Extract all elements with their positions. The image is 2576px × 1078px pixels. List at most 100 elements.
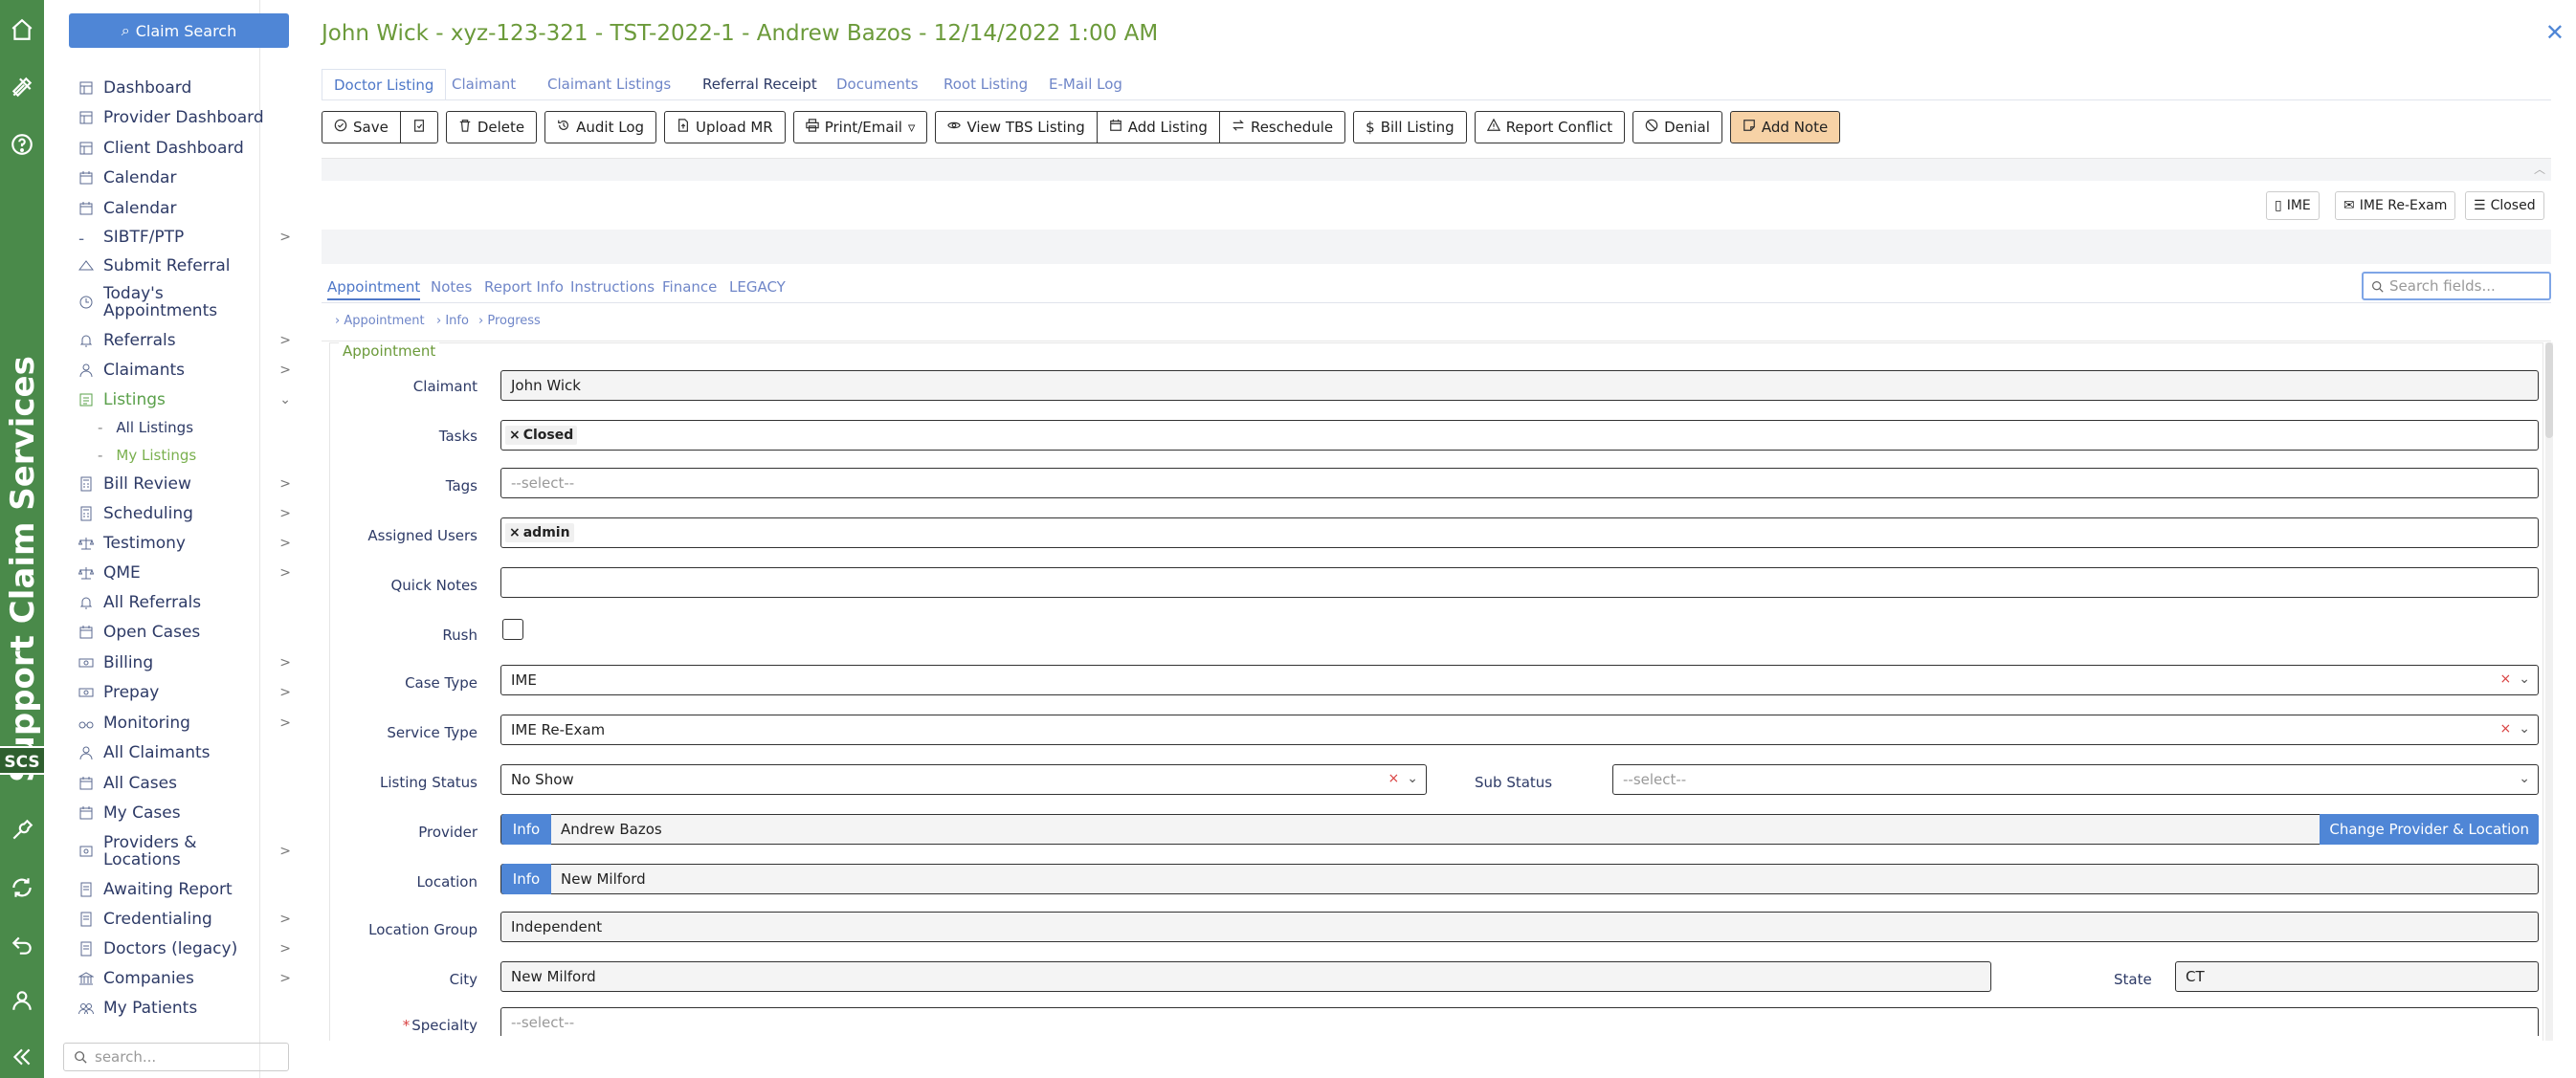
sidebar-item-all-cases[interactable]: All Cases bbox=[78, 774, 304, 793]
sidebar-item-doctors-legacy[interactable]: Doctors (legacy) > bbox=[78, 939, 304, 958]
wrench-icon[interactable] bbox=[8, 818, 36, 847]
reschedule-button[interactable]: Reschedule bbox=[1218, 111, 1346, 143]
user-chip[interactable]: × admin bbox=[505, 523, 574, 542]
undo-icon[interactable] bbox=[8, 933, 36, 961]
location-field[interactable]: Info New Milford bbox=[500, 864, 2539, 894]
location-group-field[interactable]: Independent bbox=[500, 912, 2539, 942]
tags-select[interactable]: --select-- bbox=[500, 468, 2539, 498]
chevron-down-icon[interactable]: ⌄ bbox=[2519, 771, 2530, 786]
specialty-select[interactable]: --select-- bbox=[500, 1007, 2539, 1036]
sidebar-subitem-all-listings[interactable]: All Listings bbox=[98, 419, 193, 436]
sidebar-item-calendar-2[interactable]: Calendar bbox=[78, 199, 304, 218]
task-chip[interactable]: × Closed bbox=[505, 426, 578, 445]
sidebar-item-bill-review[interactable]: Bill Review > bbox=[78, 474, 304, 494]
save-button[interactable]: Save bbox=[322, 111, 400, 143]
crumb-appointment[interactable]: › Appointment bbox=[335, 314, 425, 328]
quick-notes-input[interactable] bbox=[500, 567, 2539, 598]
clear-icon[interactable]: × bbox=[1388, 771, 1400, 786]
bill-listing-button[interactable]: $ Bill Listing bbox=[1353, 111, 1467, 143]
tab-email-log[interactable]: E-Mail Log bbox=[1037, 69, 1134, 99]
subtab-legacy[interactable]: LEGACY bbox=[729, 274, 786, 300]
sub-status-select[interactable]: --select-- ⌄ bbox=[1612, 764, 2539, 795]
collapsible-panel-header[interactable]: ︿ bbox=[322, 158, 2551, 181]
crumb-progress[interactable]: › Progress bbox=[478, 314, 541, 328]
sidebar-item-listings[interactable]: Listings ⌄ bbox=[78, 390, 304, 409]
user-icon[interactable] bbox=[8, 988, 36, 1017]
report-conflict-button[interactable]: Report Conflict bbox=[1474, 111, 1626, 143]
provider-info-button[interactable]: Info bbox=[501, 814, 551, 845]
scrollbar-thumb[interactable] bbox=[2545, 342, 2553, 438]
upload-mr-button[interactable]: Upload MR bbox=[664, 111, 786, 143]
refresh-icon[interactable] bbox=[8, 875, 36, 904]
subtab-finance[interactable]: Finance bbox=[662, 274, 717, 300]
clear-icon[interactable]: × bbox=[2500, 671, 2512, 687]
sidebar-item-client-dashboard[interactable]: Client Dashboard bbox=[78, 139, 304, 158]
close-icon[interactable]: ✕ bbox=[2545, 19, 2565, 46]
sidebar-item-claimants[interactable]: Claimants > bbox=[78, 361, 304, 380]
home-icon[interactable] bbox=[8, 17, 36, 46]
rush-checkbox[interactable] bbox=[502, 619, 523, 640]
sidebar-subitem-my-listings[interactable]: My Listings bbox=[98, 447, 196, 464]
sidebar-item-billing[interactable]: Billing > bbox=[78, 653, 304, 672]
sidebar-item-scheduling[interactable]: Scheduling > bbox=[78, 504, 304, 523]
subtab-appointment[interactable]: Appointment bbox=[327, 274, 421, 300]
tab-documents[interactable]: Documents bbox=[825, 69, 930, 99]
subtab-instructions[interactable]: Instructions bbox=[570, 274, 655, 300]
tab-root-listing[interactable]: Root Listing bbox=[932, 69, 1039, 99]
change-provider-location-button[interactable]: Change Provider & Location bbox=[2320, 814, 2539, 845]
tasks-field[interactable]: × Closed bbox=[500, 420, 2539, 451]
sidebar-item-companies[interactable]: Companies > bbox=[78, 969, 304, 988]
remove-icon[interactable]: × bbox=[509, 525, 521, 540]
tab-claimant-listings[interactable]: Claimant Listings bbox=[536, 69, 682, 99]
sidebar-item-all-referrals[interactable]: All Referrals bbox=[78, 593, 304, 612]
sidebar-item-prepay[interactable]: Prepay > bbox=[78, 683, 304, 702]
sidebar-item-provider-dashboard[interactable]: Provider Dashboard bbox=[78, 108, 304, 127]
help-icon[interactable] bbox=[8, 132, 36, 161]
sidebar-item-all-claimants[interactable]: All Claimants bbox=[78, 743, 304, 762]
sidebar-item-monitoring[interactable]: Monitoring > bbox=[78, 714, 304, 733]
service-type-select[interactable]: IME Re-Exam × ⌄ bbox=[500, 715, 2539, 745]
sidebar-item-todays-appointments[interactable]: Today's Appointments bbox=[78, 285, 270, 319]
sidebar-item-calendar[interactable]: Calendar bbox=[78, 168, 304, 187]
case-type-select[interactable]: IME × ⌄ bbox=[500, 665, 2539, 695]
sidebar-item-sibtf-ptp[interactable]: - SIBTF/PTP > bbox=[78, 228, 304, 249]
crumb-info[interactable]: › Info bbox=[436, 314, 469, 328]
provider-field[interactable]: Info Andrew Bazos Change Provider & Loca… bbox=[500, 814, 2539, 845]
sidebar-item-qme[interactable]: QME > bbox=[78, 563, 304, 583]
subtab-notes[interactable]: Notes bbox=[431, 274, 472, 300]
print-email-button[interactable]: Print/Email ▿ bbox=[792, 111, 928, 143]
sidebar-item-open-cases[interactable]: Open Cases bbox=[78, 623, 304, 642]
save-close-button[interactable] bbox=[399, 111, 438, 143]
delete-button[interactable]: Delete bbox=[445, 111, 538, 143]
sidebar-item-my-patients[interactable]: My Patients bbox=[78, 999, 304, 1018]
chevron-down-icon[interactable]: ⌄ bbox=[2519, 671, 2530, 687]
view-tbs-listing-button[interactable]: View TBS Listing bbox=[935, 111, 1097, 143]
city-field[interactable]: New Milford bbox=[500, 961, 1991, 992]
state-field[interactable]: CT bbox=[2175, 961, 2539, 992]
sidebar-item-my-cases[interactable]: My Cases bbox=[78, 803, 304, 823]
sidebar-item-credentialing[interactable]: Credentialing > bbox=[78, 910, 304, 929]
chevron-up-icon[interactable]: ︿ bbox=[2534, 161, 2545, 177]
sidebar-item-dashboard[interactable]: Dashboard bbox=[78, 78, 304, 98]
claimant-field[interactable]: John Wick bbox=[500, 370, 2539, 401]
sidebar-item-awaiting-report[interactable]: Awaiting Report bbox=[78, 880, 304, 899]
location-info-button[interactable]: Info bbox=[501, 864, 551, 894]
clear-icon[interactable]: × bbox=[2500, 721, 2512, 737]
subtab-report-info[interactable]: Report Info bbox=[484, 274, 564, 300]
tab-claimant[interactable]: Claimant bbox=[440, 69, 527, 99]
chevron-down-icon[interactable]: ⌄ bbox=[2519, 721, 2530, 737]
add-note-button[interactable]: Add Note bbox=[1729, 111, 1841, 143]
collapse-icon[interactable] bbox=[8, 1045, 36, 1073]
listing-status-select[interactable]: No Show × ⌄ bbox=[500, 764, 1427, 795]
sidebar-item-submit-referral[interactable]: Submit Referral bbox=[78, 256, 304, 275]
tab-referral-receipt[interactable]: Referral Receipt bbox=[691, 69, 829, 99]
assigned-users-field[interactable]: × admin bbox=[500, 517, 2539, 548]
sidebar-item-testimony[interactable]: Testimony > bbox=[78, 534, 304, 553]
chevron-down-icon[interactable]: ⌄ bbox=[1407, 771, 1418, 786]
sidebar-search-input[interactable]: search... bbox=[63, 1043, 289, 1071]
field-search-input[interactable]: Search fields... bbox=[2362, 272, 2551, 300]
denial-button[interactable]: Denial bbox=[1632, 111, 1722, 143]
tab-doctor-listing[interactable]: Doctor Listing bbox=[322, 69, 447, 99]
sidebar-item-referrals[interactable]: Referrals > bbox=[78, 331, 304, 350]
sidebar-item-providers-locations[interactable]: Providers & Locations > bbox=[78, 834, 304, 869]
